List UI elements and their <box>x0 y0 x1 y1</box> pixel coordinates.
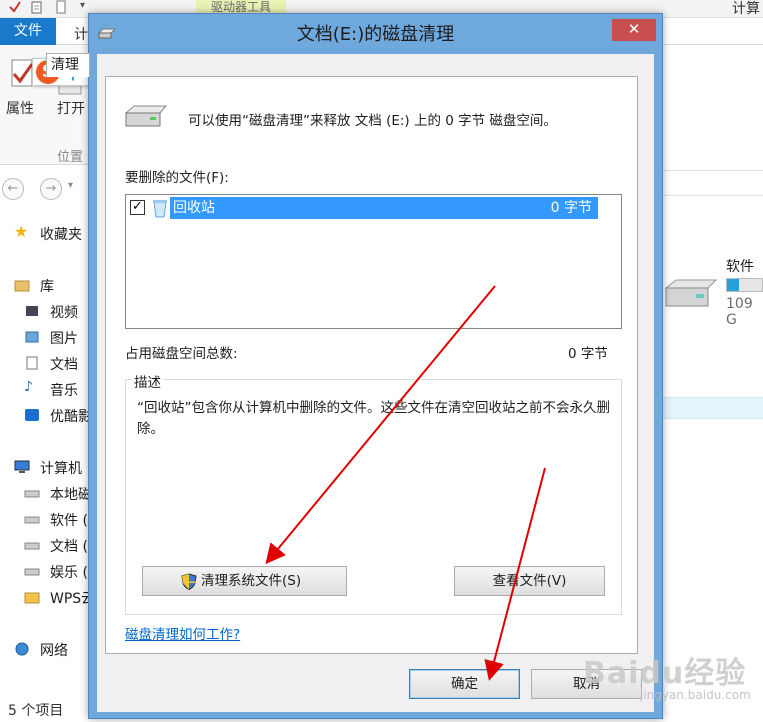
nav-documents-drive[interactable]: 文档 ( <box>24 536 88 556</box>
drive-icon <box>24 542 40 550</box>
recycle-bin-checkbox[interactable]: ✓ <box>130 200 145 215</box>
nav-computer[interactable]: 计算机 <box>14 458 82 478</box>
view-files-button[interactable]: 查看文件(V) <box>454 566 605 596</box>
description-text: “回收站”包含你从计算机中删除的文件。这些文件在清空回收站之前不会永久删除。 <box>137 400 610 437</box>
nav-local-disk-label: 本地磁 <box>50 487 92 503</box>
drive-usage-bar <box>726 278 763 292</box>
nav-favorites-label: 收藏夹 <box>40 227 82 243</box>
ribbon-group-location: 位置 <box>57 150 84 165</box>
nav-videos[interactable]: 视频 <box>26 302 78 322</box>
file-category-name: 回收站 <box>173 200 215 216</box>
nav-entertainment-drive-label: 娱乐 ( <box>50 565 88 581</box>
ok-button[interactable]: 确定 <box>409 669 520 699</box>
forward-button[interactable]: → <box>40 178 62 200</box>
nav-pictures-label: 图片 <box>50 331 78 347</box>
quick-access-edit-icon[interactable] <box>30 0 44 14</box>
intro-text: 可以使用“磁盘清理”来释放 文档 (E:) 上的 0 字节 磁盘空间。 <box>188 113 557 129</box>
nav-documents[interactable]: 文档 <box>26 354 78 374</box>
open-button[interactable]: 打开 <box>57 98 85 118</box>
picture-icon <box>25 331 39 343</box>
hard-drive-icon <box>124 105 168 127</box>
clean-system-files-label: 清理系统文件(S) <box>201 573 302 589</box>
uac-shield-icon <box>181 573 197 590</box>
library-icon <box>14 280 30 292</box>
quick-access-check-icon[interactable] <box>8 0 22 14</box>
nav-local-disk[interactable]: 本地磁 <box>24 484 92 504</box>
explorer-window-title: 计算 <box>732 1 760 17</box>
star-icon: ★ <box>14 222 29 241</box>
file-category-size: 0 字节 <box>550 200 592 216</box>
close-button[interactable]: ✕ <box>612 19 656 41</box>
drive-icon <box>24 568 40 576</box>
total-space-label: 占用磁盘空间总数: <box>125 346 238 362</box>
nav-network-label: 网络 <box>40 643 68 659</box>
tab-disk-cleanup[interactable]: 清理 <box>46 53 90 77</box>
network-icon <box>15 642 29 656</box>
nav-entertainment-drive[interactable]: 娱乐 ( <box>24 562 88 582</box>
computer-icon <box>14 460 30 473</box>
nav-software-drive[interactable]: 软件 ( <box>24 510 88 530</box>
nav-network[interactable]: 网络 <box>15 640 68 660</box>
nav-software-drive-label: 软件 ( <box>50 513 88 529</box>
document-icon <box>26 356 38 370</box>
description-label: 描述 <box>131 371 164 391</box>
hard-drive-large-icon <box>664 279 718 307</box>
nav-music[interactable]: ♪ 音乐 <box>24 379 78 400</box>
nav-youku[interactable]: 优酷影 <box>25 406 92 426</box>
status-item-count: 5 个项目 <box>8 703 64 719</box>
nav-computer-label: 计算机 <box>40 461 82 477</box>
back-button[interactable]: ← <box>2 178 24 200</box>
tab-file[interactable]: 文件 <box>0 18 56 45</box>
wps-folder-icon <box>24 592 40 604</box>
files-to-delete-label: 要删除的文件(F): <box>125 170 229 186</box>
music-icon: ♪ <box>24 379 33 395</box>
navigation-pane: ★ 收藏夹 库 视频 图片 文档 ♪ 音乐 优酷影 计算机 本地磁 软件 ( 文… <box>0 210 95 700</box>
nav-videos-label: 视频 <box>50 305 78 321</box>
nav-documents-drive-label: 文档 ( <box>50 539 88 555</box>
checkmark-icon: ✓ <box>132 199 143 214</box>
drive-usage-fill <box>727 279 740 291</box>
recent-locations-icon[interactable]: ▾ <box>68 180 73 191</box>
nav-library-label: 库 <box>40 279 54 295</box>
close-icon: ✕ <box>627 20 641 38</box>
drive-icon <box>24 516 40 524</box>
nav-pictures[interactable]: 图片 <box>25 328 78 348</box>
clean-system-files-button[interactable]: 清理系统文件(S) <box>142 566 347 596</box>
youku-icon <box>25 409 39 421</box>
drive-tile-size: 109 G <box>726 296 753 328</box>
nav-music-label: 音乐 <box>50 383 78 399</box>
recycle-bin-icon <box>153 200 167 218</box>
nav-youku-label: 优酷影 <box>50 409 92 425</box>
list-item[interactable]: 回收站 0 字节 <box>170 197 598 219</box>
drive-tile-name[interactable]: 软件 <box>726 256 754 276</box>
nav-favorites[interactable]: ★ 收藏夹 <box>14 222 82 244</box>
baidu-watermark: Baidu经验 <box>583 656 747 691</box>
nav-documents-label: 文档 <box>50 357 78 373</box>
total-space-value: 0 字节 <box>568 346 608 362</box>
dialog-title: 文档(E:)的磁盘清理 <box>296 24 455 45</box>
quick-access-properties-icon[interactable] <box>54 0 68 14</box>
video-icon <box>26 306 38 316</box>
properties-button[interactable]: 属性 <box>6 98 34 118</box>
tab-disk-cleanup-label: 清理 <box>51 57 79 73</box>
quick-access-dropdown-icon[interactable]: ▾ <box>80 0 85 11</box>
tab-computer[interactable]: 计 <box>74 24 88 44</box>
nav-library[interactable]: 库 <box>14 276 54 296</box>
baidu-watermark-url: jingyan.baidu.com <box>640 688 751 702</box>
how-disk-cleanup-works-link[interactable]: 磁盘清理如何工作? <box>125 623 240 643</box>
drive-icon <box>24 490 40 498</box>
